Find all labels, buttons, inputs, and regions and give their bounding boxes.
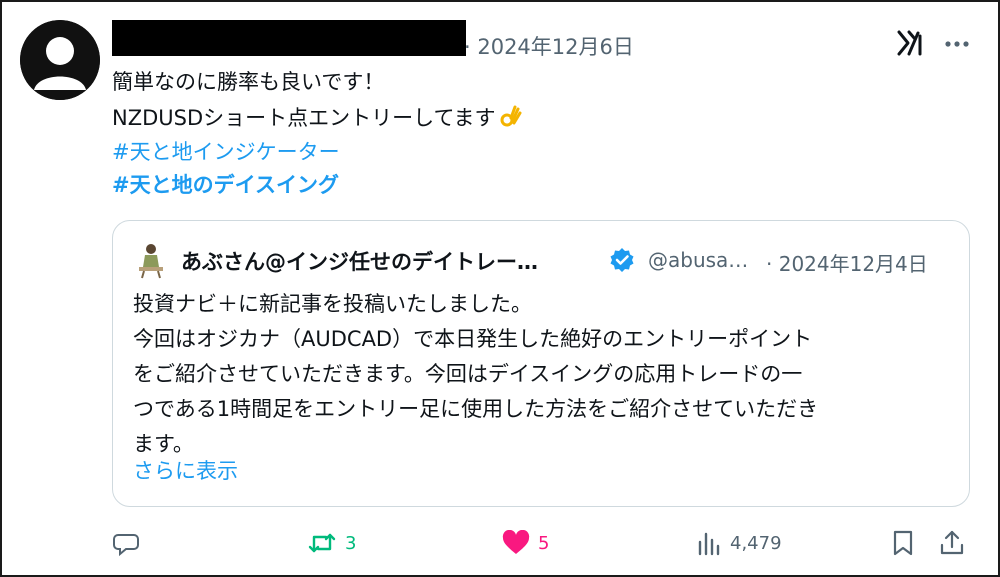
like-heart-icon bbox=[502, 530, 530, 556]
xai-grok-icon[interactable] bbox=[895, 28, 925, 58]
quote-author-handle[interactable]: @abusa… bbox=[648, 248, 748, 272]
quote-body-line: つである1時間足をエントリー足に使用した方法をご紹介させていただき bbox=[133, 397, 819, 421]
share-icon bbox=[938, 529, 966, 557]
like-count: 5 bbox=[538, 532, 550, 554]
author-avatar[interactable] bbox=[133, 241, 167, 279]
reply-button[interactable] bbox=[112, 526, 140, 560]
show-more-link[interactable]: さらに表示 bbox=[133, 455, 238, 485]
quote-author-name[interactable]: あぶさん@インジ任せのデイトレー… bbox=[181, 246, 538, 276]
bookmark-button[interactable] bbox=[890, 526, 916, 560]
ok-hand-emoji bbox=[499, 104, 523, 133]
user-avatar-icon[interactable] bbox=[20, 20, 100, 100]
post-text-line: 簡単なのに勝率も良いです！ bbox=[112, 70, 385, 94]
redacted-username bbox=[112, 20, 466, 56]
views-chart-icon bbox=[696, 530, 722, 556]
views-button[interactable]: 4,479 bbox=[696, 526, 782, 560]
quote-body-line: 投資ナビ＋に新記事を投稿いたしました。 bbox=[133, 292, 532, 316]
retweet-count: 3 bbox=[345, 532, 357, 554]
hashtag-link[interactable]: #天と地のデイスイング bbox=[112, 169, 339, 199]
bookmark-icon bbox=[890, 529, 916, 557]
quoted-post[interactable]: あぶさん@インジ任せのデイトレー… @abusa… · 2024年12月4日 投… bbox=[112, 220, 970, 507]
retweet-button[interactable]: 3 bbox=[307, 526, 356, 560]
post-card: · 2024年12月6日 簡単なのに勝率も良いです！ NZDUSDショート点エン… bbox=[0, 0, 1000, 577]
post-text-content: NZDUSDショート点エントリーしてます bbox=[112, 106, 496, 130]
hashtag-link[interactable]: #天と地インジケーター bbox=[112, 136, 340, 166]
more-icon[interactable] bbox=[942, 32, 972, 56]
post-text-line: NZDUSDショート点エントリーしてます bbox=[112, 102, 523, 133]
quote-body-line: ます。 bbox=[133, 432, 194, 456]
quote-body: 投資ナビ＋に新記事を投稿いたしました。 今回はオジカナ（AUDCAD）で本日発生… bbox=[133, 287, 953, 462]
verified-badge-icon bbox=[609, 247, 635, 273]
retweet-icon bbox=[307, 529, 337, 557]
views-count: 4,479 bbox=[730, 532, 782, 554]
share-button[interactable] bbox=[938, 526, 966, 560]
quote-body-line: をご紹介させていただきます。今回はデイスイングの応用トレードの一 bbox=[133, 362, 803, 386]
post-timestamp[interactable]: · 2024年12月6日 bbox=[464, 31, 634, 61]
like-button[interactable]: 5 bbox=[502, 526, 549, 560]
quote-body-line: 今回はオジカナ（AUDCAD）で本日発生した絶好のエントリーポイント bbox=[133, 327, 813, 351]
reply-icon bbox=[112, 529, 140, 557]
quote-timestamp[interactable]: · 2024年12月4日 bbox=[766, 248, 928, 277]
